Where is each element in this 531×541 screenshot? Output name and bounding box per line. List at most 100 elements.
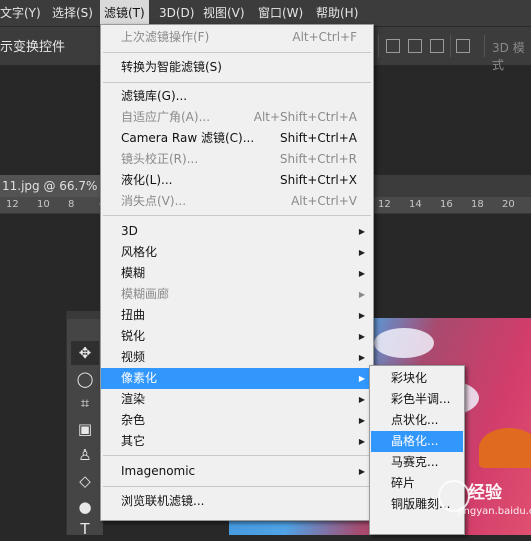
menu-item-3d[interactable]: 3D ▶ bbox=[101, 221, 373, 242]
menu-type[interactable]: 文字(Y) bbox=[0, 0, 41, 26]
menu-view[interactable]: 视图(V) bbox=[203, 0, 245, 26]
submenu-item-facet[interactable]: 彩块化 bbox=[371, 368, 463, 389]
menu-item-stylize[interactable]: 风格化 ▶ bbox=[101, 242, 373, 263]
divider bbox=[450, 35, 451, 57]
submenu-item-label: 彩色半调... bbox=[391, 392, 451, 406]
menu-item-last-filter[interactable]: 上次滤镜操作(F) Alt+Ctrl+F bbox=[101, 27, 373, 48]
menu-item-imagenomic[interactable]: Imagenomic ▶ bbox=[101, 461, 373, 482]
menu-item-label: 自适应广角(A)... bbox=[121, 110, 211, 124]
tools-panel: ✥ ◯ ⌗ ▣ ♙ ◇ ● T bbox=[66, 311, 103, 538]
move-tool-icon[interactable]: ✥ bbox=[71, 341, 99, 365]
menu-item-adaptive-wide-angle[interactable]: 自适应广角(A)... Alt+Shift+Ctrl+A bbox=[101, 107, 373, 128]
stamp-tool-icon[interactable]: ♙ bbox=[71, 443, 99, 467]
watermark-text: 经验 bbox=[468, 483, 502, 503]
menu-item-vanishing-point[interactable]: 消失点(V)... Alt+Ctrl+V bbox=[101, 191, 373, 212]
submenu-arrow-icon: ▶ bbox=[358, 311, 365, 320]
menu-item-shortcut: Alt+Shift+Ctrl+A bbox=[253, 110, 357, 124]
menu-window[interactable]: 窗口(W) bbox=[258, 0, 303, 26]
crop-tool-icon[interactable]: ⌗ bbox=[71, 391, 99, 415]
menu-item-label: 滤镜库(G)... bbox=[121, 89, 188, 103]
menu-item-camera-raw[interactable]: Camera Raw 滤镜(C)... Shift+Ctrl+A bbox=[101, 128, 373, 149]
show-transform-controls-label[interactable]: 示变换控件 bbox=[0, 36, 65, 55]
menu-item-label: 杂色 bbox=[121, 413, 146, 427]
document-tab[interactable]: 11.jpg @ 66.7% (图 bbox=[0, 175, 102, 197]
menu-item-label: Imagenomic bbox=[121, 464, 196, 478]
menu-item-label: 液化(L)... bbox=[121, 173, 173, 187]
submenu-arrow-icon: ▶ bbox=[358, 395, 365, 404]
menu-item-convert-smart-filter[interactable]: 转换为智能滤镜(S) bbox=[101, 57, 373, 78]
submenu-arrow-icon: ▶ bbox=[358, 437, 365, 446]
menu-item-render[interactable]: 渲染 ▶ bbox=[101, 389, 373, 410]
menu-item-label: 视频 bbox=[121, 350, 146, 364]
menu-item-pixelate[interactable]: 像素化 ▶ bbox=[101, 368, 373, 389]
submenu-item-label: 马赛克... bbox=[391, 455, 439, 469]
menu-item-label: 上次滤镜操作(F) bbox=[121, 30, 210, 44]
submenu-item-pointillize[interactable]: 点状化... bbox=[371, 410, 463, 431]
submenu-item-label: 彩块化 bbox=[391, 371, 428, 385]
menu-item-shortcut: Shift+Ctrl+A bbox=[280, 131, 357, 145]
align-center-icon[interactable] bbox=[408, 39, 422, 53]
submenu-item-label: 点状化... bbox=[391, 413, 439, 427]
menu-item-blur[interactable]: 模糊 ▶ bbox=[101, 263, 373, 284]
menu-item-label: 模糊 bbox=[121, 266, 146, 280]
menu-item-lens-correction[interactable]: 镜头校正(R)... Shift+Ctrl+R bbox=[101, 149, 373, 170]
ruler-tick: 18 bbox=[471, 199, 484, 210]
tab-strip bbox=[374, 175, 531, 197]
ruler-tick: 12 bbox=[6, 199, 19, 210]
menu-separator bbox=[103, 215, 371, 216]
menu-item-label: 风格化 bbox=[121, 245, 158, 259]
menu-item-distort[interactable]: 扭曲 ▶ bbox=[101, 305, 373, 326]
menu-item-label: 3D bbox=[121, 224, 138, 238]
frame-tool-icon[interactable]: ▣ bbox=[71, 417, 99, 441]
menu-bar: 文字(Y) 选择(S) 滤镜(T) 3D(D) 视图(V) 窗口(W) 帮助(H… bbox=[0, 0, 531, 27]
submenu-item-label: 晶格化... bbox=[391, 434, 439, 448]
menu-separator bbox=[103, 52, 371, 53]
submenu-arrow-icon: ▶ bbox=[358, 374, 365, 383]
submenu-item-label: 碎片 bbox=[391, 476, 416, 490]
text-tool-icon[interactable]: T bbox=[71, 517, 99, 541]
ruler-tick: 10 bbox=[37, 199, 50, 210]
menu-filter[interactable]: 滤镜(T) bbox=[100, 0, 149, 26]
menu-item-other[interactable]: 其它 ▶ bbox=[101, 431, 373, 452]
ruler-tick: 14 bbox=[409, 199, 422, 210]
menu-item-label: Camera Raw 滤镜(C)... bbox=[121, 131, 255, 145]
lasso-tool-icon[interactable]: ◯ bbox=[71, 367, 99, 391]
align-right-icon[interactable] bbox=[430, 39, 444, 53]
distribute-icon[interactable] bbox=[456, 39, 470, 53]
menu-item-label: 浏览联机滤镜... bbox=[121, 494, 205, 508]
watermark-url: jingyan.baidu.com bbox=[458, 506, 531, 517]
ruler-tick: 8 bbox=[68, 199, 75, 210]
menu-item-sharpen[interactable]: 锐化 ▶ bbox=[101, 326, 373, 347]
menu-item-filter-gallery[interactable]: 滤镜库(G)... bbox=[101, 86, 373, 107]
menu-item-shortcut: Alt+Ctrl+V bbox=[291, 194, 357, 208]
menu-3d[interactable]: 3D(D) bbox=[159, 0, 194, 26]
menu-separator bbox=[103, 455, 371, 456]
menu-item-blur-gallery[interactable]: 模糊画廊 ▶ bbox=[101, 284, 373, 305]
menu-item-liquify[interactable]: 液化(L)... Shift+Ctrl+X bbox=[101, 170, 373, 191]
menu-select[interactable]: 选择(S) bbox=[52, 0, 93, 26]
menu-item-label: 转换为智能滤镜(S) bbox=[121, 60, 222, 74]
menu-item-browse-online[interactable]: 浏览联机滤镜... bbox=[101, 491, 373, 512]
divider bbox=[378, 35, 379, 57]
align-left-icon[interactable] bbox=[386, 39, 400, 53]
menu-help[interactable]: 帮助(H) bbox=[316, 0, 358, 26]
menu-item-label: 镜头校正(R)... bbox=[121, 152, 199, 166]
submenu-item-color-halftone[interactable]: 彩色半调... bbox=[371, 389, 463, 410]
divider bbox=[484, 35, 485, 57]
hat-shape bbox=[479, 428, 531, 468]
submenu-item-crystallize[interactable]: 晶格化... bbox=[371, 431, 463, 452]
blur-tool-icon[interactable]: ● bbox=[71, 495, 99, 519]
panel-grip[interactable] bbox=[67, 311, 103, 319]
menu-item-video[interactable]: 视频 ▶ bbox=[101, 347, 373, 368]
menu-item-shortcut: Shift+Ctrl+R bbox=[279, 152, 357, 166]
eraser-tool-icon[interactable]: ◇ bbox=[71, 469, 99, 493]
submenu-arrow-icon: ▶ bbox=[358, 332, 365, 341]
menu-item-label: 像素化 bbox=[121, 371, 158, 385]
submenu-item-mosaic[interactable]: 马赛克... bbox=[371, 452, 463, 473]
menu-separator bbox=[103, 82, 371, 83]
submenu-arrow-icon: ▶ bbox=[358, 353, 365, 362]
submenu-arrow-icon: ▶ bbox=[358, 227, 365, 236]
menu-item-noise[interactable]: 杂色 ▶ bbox=[101, 410, 373, 431]
menu-item-label: 其它 bbox=[121, 434, 146, 448]
submenu-arrow-icon: ▶ bbox=[358, 467, 365, 476]
